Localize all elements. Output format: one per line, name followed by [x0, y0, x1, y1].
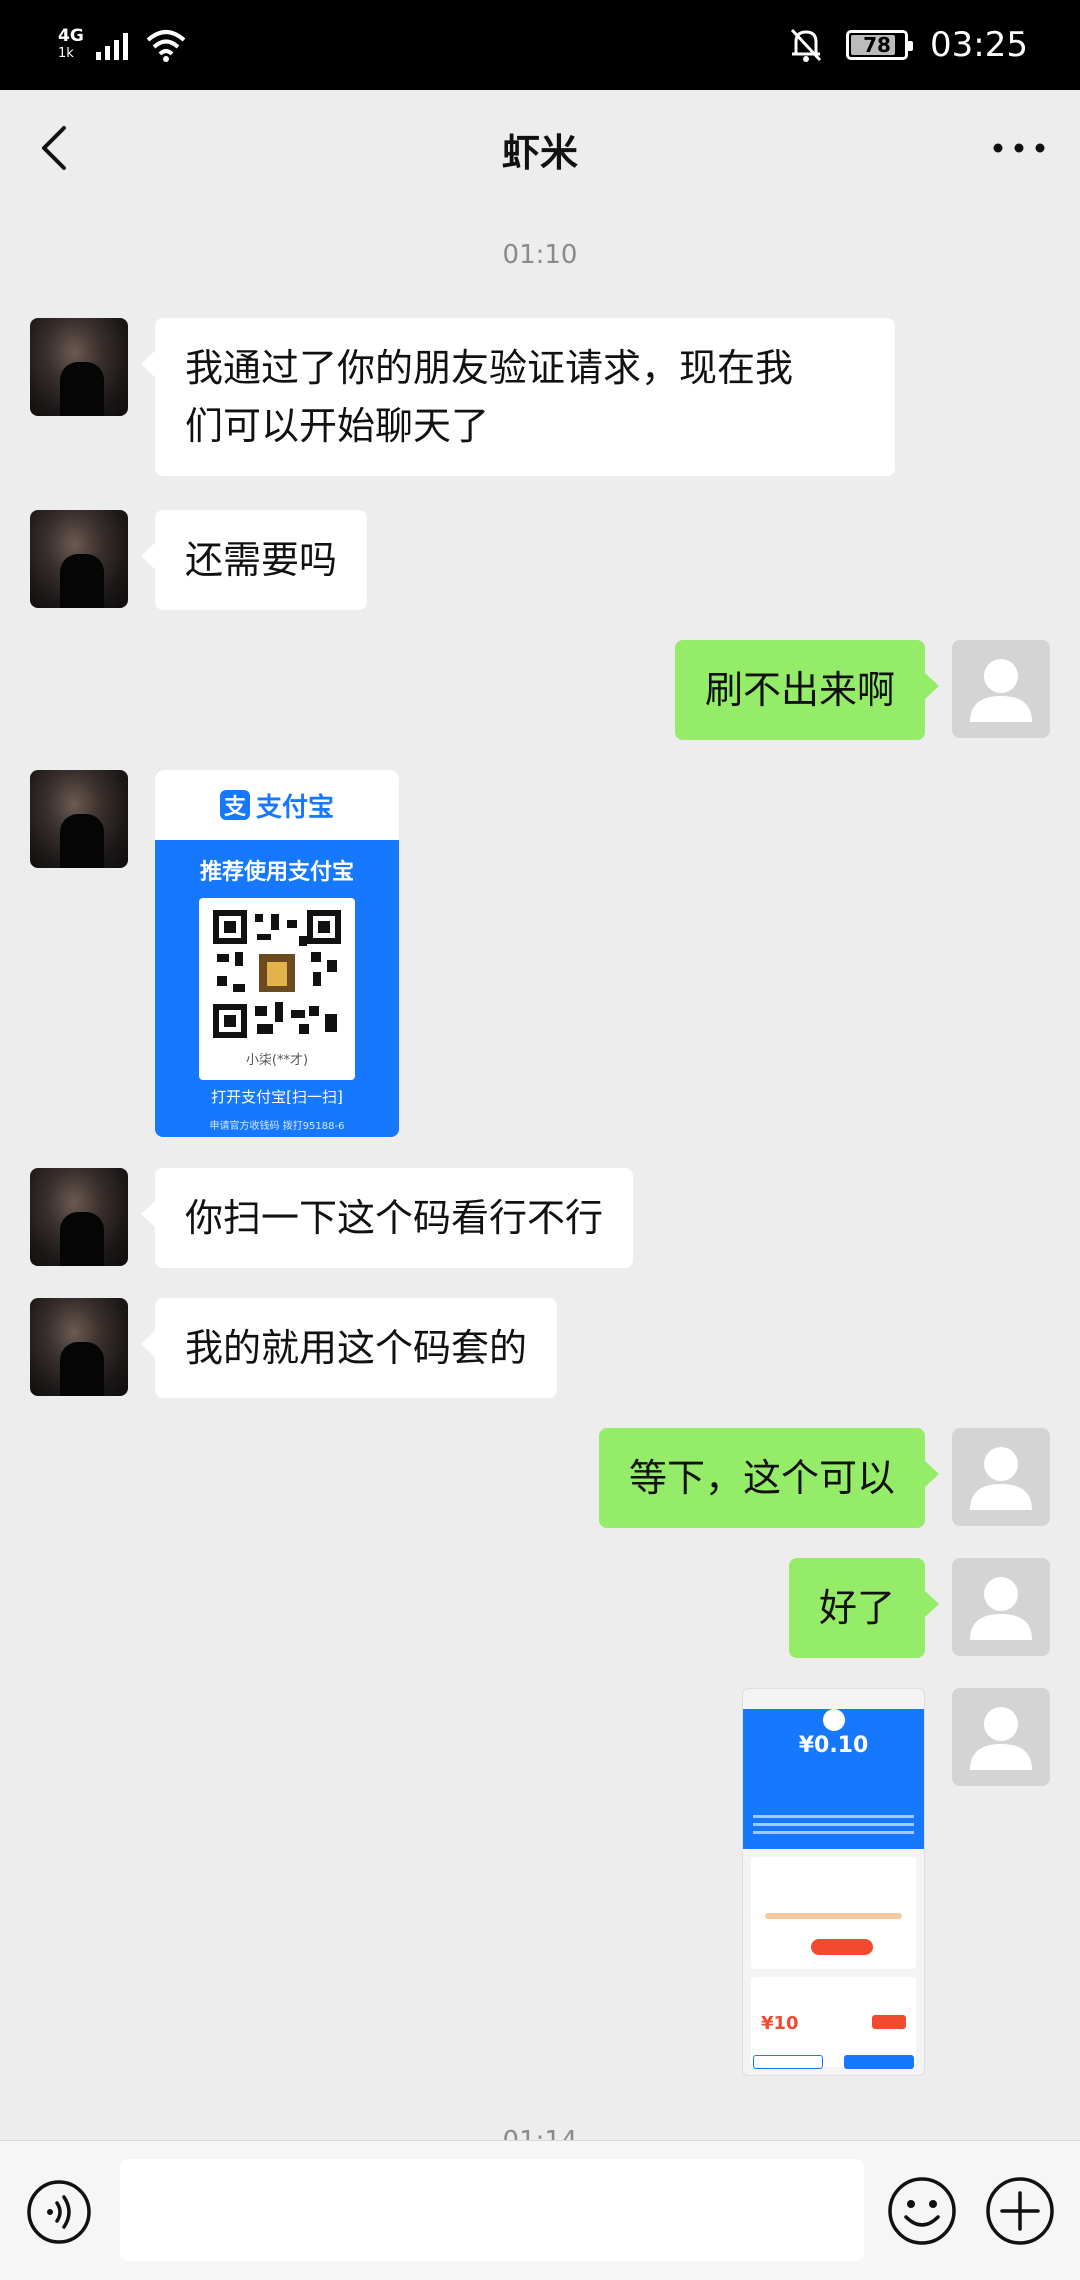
- my-avatar[interactable]: [952, 640, 1050, 738]
- contact-avatar[interactable]: [30, 1168, 128, 1266]
- signal-icon: [95, 33, 128, 60]
- time-divider: 01:10: [502, 240, 578, 270]
- emoji-icon[interactable]: [886, 2175, 958, 2247]
- alipay-qr-card[interactable]: 支 支付宝 推荐使用支付宝 小柒(**才) 打开支付宝[扫一扫] 申请官方收钱码…: [155, 770, 399, 1137]
- screenshot-reward-card: [751, 1857, 916, 1969]
- message-text-line: 们可以开始聊天了: [185, 404, 490, 448]
- default-user-icon: [970, 1577, 1032, 1640]
- chat-header: 虾米: [0, 90, 1080, 208]
- payment-screenshot-image[interactable]: ¥0.10 ¥10: [742, 1688, 925, 2076]
- chat-title: 虾米: [501, 130, 578, 175]
- contact-avatar[interactable]: [30, 1298, 128, 1396]
- incoming-message-bubble[interactable]: 你扫一下这个码看行不行: [140, 1168, 634, 1268]
- default-user-icon: [970, 1707, 1032, 1770]
- contact-avatar[interactable]: [30, 510, 128, 608]
- payee-name: 小柒(**才): [245, 1053, 309, 1068]
- wifi-icon: [146, 30, 186, 62]
- mute-bell-icon: [790, 28, 822, 62]
- default-user-icon: [970, 1447, 1032, 1510]
- screenshot-coupon-amount: ¥10: [761, 2013, 799, 2034]
- incoming-message-bubble[interactable]: 我通过了你的朋友验证请求，现在我 们可以开始聊天了: [141, 318, 895, 476]
- status-left: 4G 1k: [58, 22, 188, 68]
- message-input[interactable]: [120, 2159, 864, 2261]
- my-avatar[interactable]: [952, 1558, 1050, 1656]
- contact-avatar[interactable]: [30, 770, 128, 868]
- screenshot-amount: ¥0.10: [798, 1733, 869, 1758]
- message-text: 等下，这个可以: [628, 1456, 895, 1500]
- message-text: 你扫一下这个码看行不行: [185, 1196, 604, 1240]
- scan-instruction: 打开支付宝[扫一扫]: [211, 1088, 343, 1106]
- network-sublabel: 1k: [58, 46, 74, 61]
- status-right: 78 03:25: [788, 22, 1028, 68]
- incoming-message-bubble[interactable]: 还需要吗: [140, 510, 368, 610]
- message-text: 我的就用这个码套的: [185, 1326, 528, 1370]
- input-bar: [0, 2140, 1080, 2280]
- status-bar: 4G 1k 78 03:25: [0, 0, 1080, 90]
- outgoing-message-bubble[interactable]: 好了: [788, 1558, 940, 1658]
- screenshot-coupon-card: ¥10: [751, 1977, 916, 2067]
- outgoing-message-bubble[interactable]: 刷不出来啊: [674, 640, 940, 740]
- my-avatar[interactable]: [952, 1428, 1050, 1526]
- my-avatar[interactable]: [952, 1688, 1050, 1786]
- alipay-card-footer: 申请官方收钱码 拨打95188-6: [209, 1121, 345, 1132]
- network-type: 4G 1k: [58, 28, 84, 62]
- qr-code-icon: [213, 910, 341, 1038]
- alipay-card-header: 支 支付宝: [155, 770, 399, 840]
- contact-avatar[interactable]: [30, 318, 128, 416]
- chevron-left-icon[interactable]: [30, 120, 86, 176]
- incoming-message-bubble[interactable]: 我的就用这个码套的: [140, 1298, 558, 1398]
- voice-icon[interactable]: [26, 2179, 92, 2245]
- more-dots-icon[interactable]: [988, 120, 1050, 176]
- qr-code-box: 小柒(**才): [199, 898, 355, 1080]
- alipay-brand: 支付宝: [255, 792, 334, 823]
- message-text: 刷不出来啊: [704, 668, 895, 712]
- screenshot-header: ¥0.10: [743, 1709, 924, 1849]
- plus-icon[interactable]: [984, 2175, 1056, 2247]
- alipay-logo-icon: 支: [219, 790, 250, 820]
- default-user-icon: [970, 659, 1032, 722]
- outgoing-message-bubble[interactable]: 等下，这个可以: [598, 1428, 940, 1528]
- network-label: 4G: [58, 26, 84, 46]
- battery-level: 78: [863, 33, 891, 57]
- message-text: 还需要吗: [185, 538, 338, 582]
- message-text-line: 我通过了你的朋友验证请求，现在我: [185, 346, 794, 390]
- clock: 03:25: [930, 25, 1028, 65]
- battery-icon: 78: [846, 30, 914, 60]
- message-text: 好了: [818, 1586, 895, 1630]
- alipay-card-title: 推荐使用支付宝: [199, 860, 354, 885]
